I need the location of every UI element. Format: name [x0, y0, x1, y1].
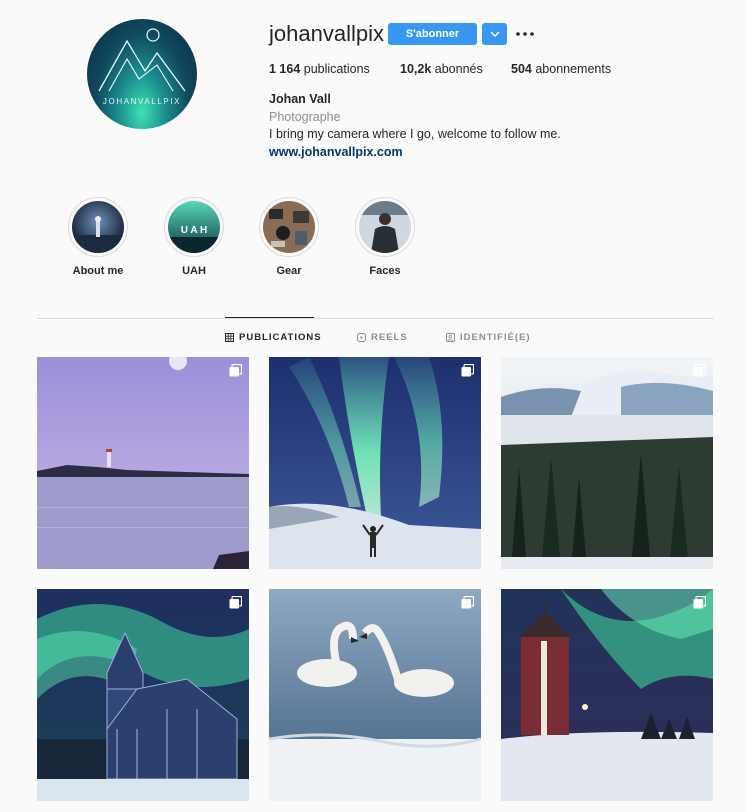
profile-full-name: Johan Vall — [269, 92, 331, 106]
highlight-label: UAH — [182, 265, 206, 277]
carousel-icon — [693, 364, 706, 377]
follow-button[interactable]: S'abonner — [388, 23, 477, 45]
following-label: abonnements — [535, 62, 612, 76]
suggested-accounts-button[interactable] — [482, 23, 507, 45]
reels-icon — [357, 333, 366, 342]
profile-username: johanvallpix — [269, 21, 384, 46]
post-image-lighthouse — [37, 357, 249, 569]
posts-count-stat: 1 164 publications — [269, 62, 370, 76]
more-horizontal-icon — [516, 32, 534, 36]
highlight-cover-faces — [359, 201, 411, 253]
carousel-icon — [229, 596, 242, 609]
post-thumbnail-6[interactable] — [501, 589, 713, 801]
post-thumbnail-2[interactable] — [269, 357, 481, 569]
post-thumbnail-3[interactable] — [501, 357, 713, 569]
tab-reels[interactable]: REELS — [357, 332, 408, 343]
profile-category: Photographe — [269, 110, 341, 124]
highlight-ring — [259, 197, 319, 257]
posts-count: 1 164 — [269, 62, 301, 76]
carousel-icon — [461, 364, 474, 377]
post-image-glass-church — [37, 589, 249, 801]
options-button[interactable] — [514, 24, 536, 44]
tab-publications[interactable]: PUBLICATIONS — [225, 332, 322, 343]
grid-icon — [225, 333, 234, 342]
avatar-logo-text: JOHANVALLPIX — [102, 97, 182, 106]
followers-label: abonnés — [434, 62, 483, 76]
post-image-aurora-tower — [501, 589, 713, 801]
carousel-icon — [229, 364, 242, 377]
highlight-label: About me — [72, 265, 124, 277]
followers-stat[interactable]: 10,2k abonnés — [400, 62, 483, 76]
highlight-ring — [355, 197, 415, 257]
highlight-gear[interactable]: Gear — [244, 197, 334, 277]
profile-website-link[interactable]: www.johanvallpix.com — [269, 145, 403, 159]
highlight-label: Faces — [369, 265, 401, 277]
mountain-logo-icon — [98, 28, 186, 92]
highlight-ring — [68, 197, 128, 257]
tab-label: IDENTIFIÉ(E) — [460, 332, 531, 343]
profile-avatar[interactable]: JOHANVALLPIX — [87, 19, 197, 129]
tab-label: REELS — [371, 332, 408, 343]
post-image-swans — [269, 589, 481, 801]
highlight-cover-text: U A H — [181, 225, 207, 236]
highlight-ring: U A H — [164, 197, 224, 257]
active-tab-indicator — [225, 317, 314, 318]
carousel-icon — [461, 596, 474, 609]
highlight-cover-about-me — [72, 201, 124, 253]
chevron-down-icon — [489, 31, 500, 38]
tab-label: PUBLICATIONS — [239, 332, 322, 343]
post-image-snow-forest — [501, 357, 713, 569]
tabs-divider — [37, 318, 714, 319]
tab-tagged[interactable]: IDENTIFIÉ(E) — [446, 332, 531, 343]
post-image-aurora-person — [269, 357, 481, 569]
highlight-cover-uah: U A H — [168, 201, 220, 253]
highlight-about-me[interactable]: About me — [53, 197, 143, 277]
highlight-label: Gear — [276, 265, 302, 277]
following-count: 504 — [511, 62, 532, 76]
highlight-faces[interactable]: Faces — [340, 197, 430, 277]
post-thumbnail-5[interactable] — [269, 589, 481, 801]
post-thumbnail-4[interactable] — [37, 589, 249, 801]
following-stat[interactable]: 504 abonnements — [511, 62, 611, 76]
carousel-icon — [693, 596, 706, 609]
highlight-uah[interactable]: U A H UAH — [149, 197, 239, 277]
tagged-icon — [446, 333, 455, 342]
post-thumbnail-1[interactable] — [37, 357, 249, 569]
profile-bio: I bring my camera where I go, welcome to… — [269, 127, 561, 141]
highlight-cover-gear — [263, 201, 315, 253]
posts-label: publications — [303, 62, 370, 76]
followers-count: 10,2k — [400, 62, 432, 76]
